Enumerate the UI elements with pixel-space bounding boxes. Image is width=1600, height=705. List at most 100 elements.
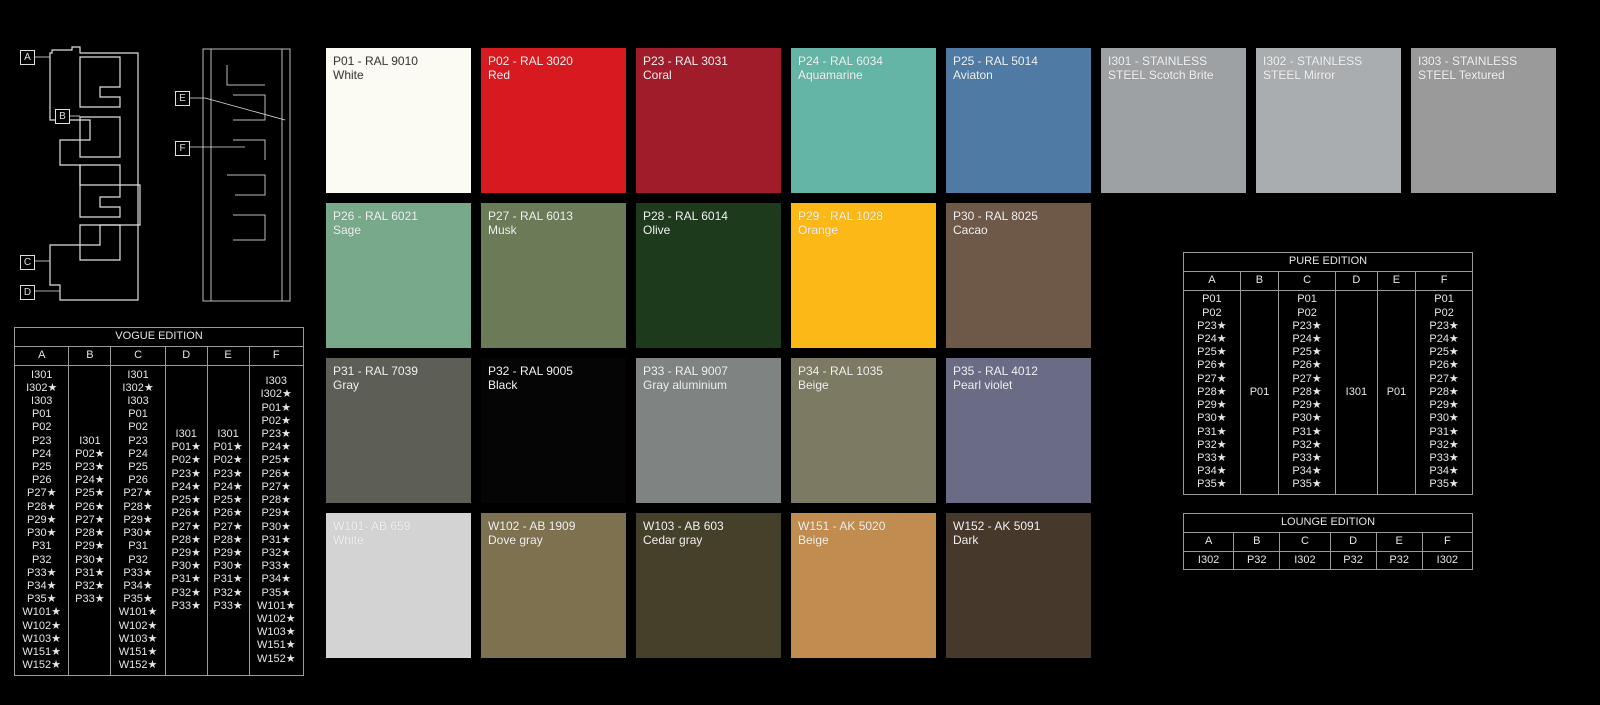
swatch-w151: W151 - AK 5020 Beige xyxy=(791,513,936,658)
lounge-col-d: D xyxy=(1329,532,1377,552)
swatch-label: P31 - RAL 7039 Gray xyxy=(333,364,418,392)
swatch-code: P35 - RAL 4012 xyxy=(953,364,1038,378)
swatch-color-name: Musk xyxy=(488,223,517,237)
swatch-color-name: Cedar gray xyxy=(643,533,703,547)
swatch-code: P26 - RAL 6021 xyxy=(333,209,418,223)
swatch-color-name: Dove gray xyxy=(488,533,543,547)
swatch-color-name: Aquamarine xyxy=(798,68,863,82)
swatch-p29: P29 - RAL 1028 Orange xyxy=(791,203,936,348)
lounge-col-a: A xyxy=(1182,532,1235,552)
vogue-cell-e: I301 P01★ P02★ P23★ P24★ P25★ P26★ P27★ … xyxy=(206,365,250,676)
vogue-col-f: F xyxy=(248,346,305,366)
swatch-code: W101- AB 659 xyxy=(333,519,411,533)
swatch-color-name: White xyxy=(333,533,364,547)
pure-col-e: E xyxy=(1376,271,1417,291)
swatch-code: P31 - RAL 7039 xyxy=(333,364,418,378)
vogue-col-c: C xyxy=(110,346,166,366)
swatch-color-name: STEEL Textured xyxy=(1418,68,1505,82)
vogue-col-e: E xyxy=(206,346,250,366)
callout-d: D xyxy=(20,285,35,300)
swatch-p28: P28 - RAL 6014 Olive xyxy=(636,203,781,348)
swatch-w152: W152 - AK 5091 Dark xyxy=(946,513,1091,658)
lounge-cell-b: P32 xyxy=(1233,551,1281,570)
swatch-code: P01 - RAL 9010 xyxy=(333,54,418,68)
swatch-label: W151 - AK 5020 Beige xyxy=(798,519,885,547)
swatch-label: P26 - RAL 6021 Sage xyxy=(333,209,418,237)
swatch-label: I301 - STAINLESS STEEL Scotch Brite xyxy=(1108,54,1214,82)
callout-f: F xyxy=(175,141,190,156)
swatch-color-name: White xyxy=(333,68,364,82)
pure-col-f: F xyxy=(1415,271,1473,291)
vogue-col-a: A xyxy=(13,346,70,366)
lounge-edition-table: LOUNGE EDITION A B C D E F I302 P32 I302… xyxy=(1182,513,1474,570)
swatch-color-name: Pearl violet xyxy=(953,378,1013,392)
pure-cell-c: P01 P02 P23★ P24★ P25★ P26★ P27★ P28★ P2… xyxy=(1278,290,1336,495)
swatch-color-name: Gray aluminium xyxy=(643,378,728,392)
swatch-color-name: Gray xyxy=(333,378,360,392)
lounge-cell-c: I302 xyxy=(1279,551,1331,570)
vogue-cell-c: I301 I302★ I303 P01 P02 P23 P24 P25 P26 … xyxy=(110,365,166,676)
callout-c: C xyxy=(20,255,35,270)
pure-cell-b: P01 xyxy=(1239,290,1280,495)
swatch-code: P25 - RAL 5014 xyxy=(953,54,1038,68)
swatch-p01: P01 - RAL 9010 White xyxy=(326,48,471,193)
swatch-code: W102 - AB 1909 xyxy=(488,519,576,533)
swatch-label: P02 - RAL 3020 Red xyxy=(488,54,573,82)
swatch-p02: P02 - RAL 3020 Red xyxy=(481,48,626,193)
pure-col-d: D xyxy=(1334,271,1378,291)
swatch-label: W102 - AB 1909 Dove gray xyxy=(488,519,575,547)
vogue-edition-table: VOGUE EDITION A B C D E F I301 I302★ I30… xyxy=(13,327,305,676)
pure-cell-a: P01 P02 P23★ P24★ P25★ P26★ P27★ P28★ P2… xyxy=(1183,290,1241,495)
swatch-label: W101- AB 659 White xyxy=(333,519,410,547)
lounge-col-b: B xyxy=(1233,532,1281,552)
swatch-label: P33 - RAL 9007 Gray aluminium xyxy=(643,364,728,392)
lounge-col-c: C xyxy=(1279,532,1331,552)
swatch-w103: W103 - AB 603 Cedar gray xyxy=(636,513,781,658)
swatch-code: P24 - RAL 6034 xyxy=(798,54,883,68)
swatch-label: P28 - RAL 6014 Olive xyxy=(643,209,728,237)
swatch-code: P34 - RAL 1035 xyxy=(798,364,883,378)
cabinet-diagram-front xyxy=(35,46,141,301)
swatch-color-name: Sage xyxy=(333,223,362,237)
swatch-p34: P34 - RAL 1035 Beige xyxy=(791,358,936,503)
swatch-code: W151 - AK 5020 xyxy=(798,519,886,533)
swatch-color-name: Beige xyxy=(798,378,829,392)
swatch-code: P33 - RAL 9007 xyxy=(643,364,728,378)
swatch-label: P01 - RAL 9010 White xyxy=(333,54,418,82)
swatch-label: P23 - RAL 3031 Coral xyxy=(643,54,728,82)
callout-a: A xyxy=(20,50,35,65)
pure-edition-table: PURE EDITION A B C D E F P01 P02 P23★ P2… xyxy=(1183,252,1473,495)
swatch-i303: I303 - STAINLESS STEEL Textured xyxy=(1411,48,1556,193)
swatch-p33: P33 - RAL 9007 Gray aluminium xyxy=(636,358,781,503)
pure-cell-f: P01 P02 P23★ P24★ P25★ P26★ P27★ P28★ P2… xyxy=(1415,290,1473,495)
swatch-color-name: STEEL Mirror xyxy=(1263,68,1336,82)
swatch-p26: P26 - RAL 6021 Sage xyxy=(326,203,471,348)
swatch-code: P32 - RAL 9005 xyxy=(488,364,573,378)
callout-e: E xyxy=(175,91,190,106)
vogue-cell-b: I301 P02★ P23★ P24★ P25★ P26★ P27★ P28★ … xyxy=(68,365,112,676)
swatch-i301: I301 - STAINLESS STEEL Scotch Brite xyxy=(1101,48,1246,193)
vogue-edition-title: VOGUE EDITION xyxy=(14,327,304,347)
vogue-col-d: D xyxy=(164,346,208,366)
swatch-code: P29 - RAL 1028 xyxy=(798,209,883,223)
swatch-code: I301 - STAINLESS xyxy=(1108,54,1208,68)
swatch-color-name: Cacao xyxy=(953,223,988,237)
swatch-p27: P27 - RAL 6013 Musk xyxy=(481,203,626,348)
swatch-label: P27 - RAL 6013 Musk xyxy=(488,209,573,237)
pure-edition-title: PURE EDITION xyxy=(1183,252,1473,272)
vogue-col-b: B xyxy=(68,346,112,366)
swatch-color-name: Red xyxy=(488,68,511,82)
swatch-code: I302 - STAINLESS xyxy=(1263,54,1363,68)
swatch-code: W103 - AB 603 xyxy=(643,519,724,533)
swatch-code: W152 - AK 5091 xyxy=(953,519,1041,533)
swatch-code: I303 - STAINLESS xyxy=(1418,54,1518,68)
vogue-cell-d: I301 P01★ P02★ P23★ P24★ P25★ P26★ P27★ … xyxy=(164,365,208,676)
swatch-p24: P24 - RAL 6034 Aquamarine xyxy=(791,48,936,193)
swatch-label: P32 - RAL 9005 Black xyxy=(488,364,573,392)
swatch-color-name: Black xyxy=(488,378,518,392)
swatch-label: W103 - AB 603 Cedar gray xyxy=(643,519,724,547)
swatch-w101-: W101- AB 659 White xyxy=(326,513,471,658)
swatch-label: P34 - RAL 1035 Beige xyxy=(798,364,883,392)
vogue-cell-f: I303 I302★ P01★ P02★ P23★ P24★ P25★ P26★… xyxy=(248,365,305,676)
lounge-col-f: F xyxy=(1421,532,1474,552)
